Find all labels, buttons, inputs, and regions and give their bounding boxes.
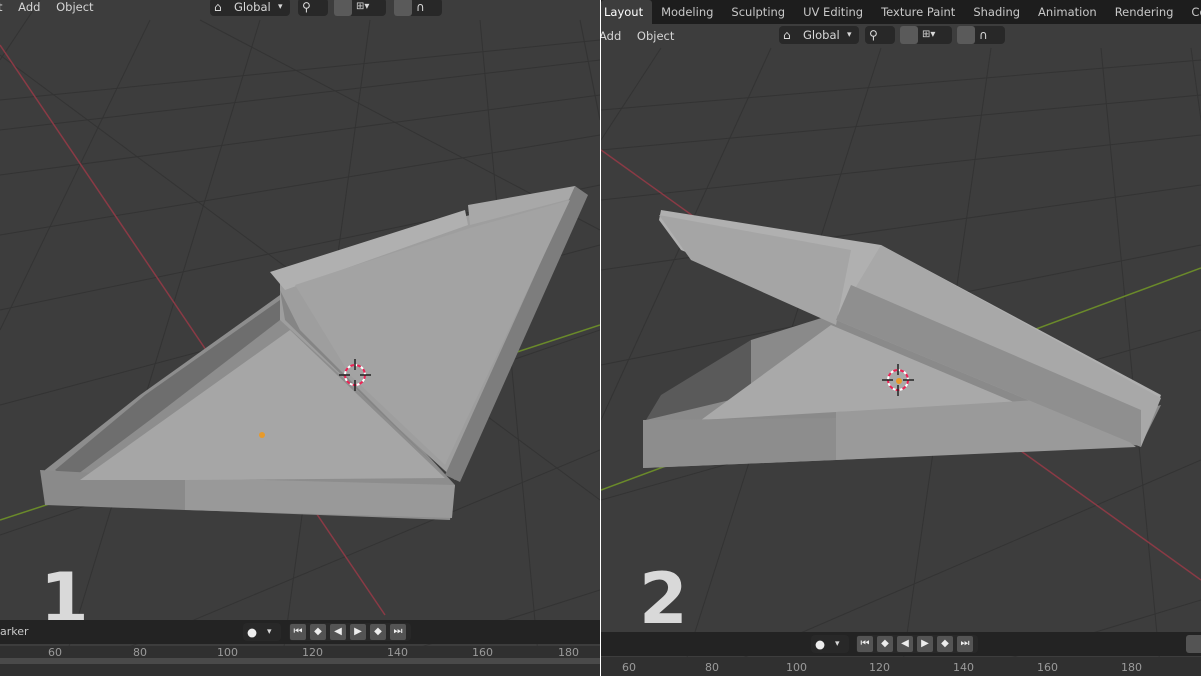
workspace-tabs: Layout Modeling Sculpting UV Editing Tex… (601, 0, 1201, 24)
chevron-down-icon: ▾ (267, 627, 272, 637)
menu-marker[interactable]: arker (0, 625, 29, 638)
chevron-down-icon: ▾ (835, 639, 840, 649)
proportional-edit-icon (957, 26, 975, 44)
snap-toggle[interactable]: ⊞▾ (334, 0, 386, 16)
proportional-edit-icon (394, 0, 412, 16)
record-icon: ● (815, 637, 826, 651)
tab-layout[interactable]: Layout (601, 0, 653, 24)
jump-end-icon[interactable]: ⏭ (390, 624, 406, 640)
play-reverse-icon[interactable]: ◀ (897, 636, 913, 652)
falloff-icon: ∩ (416, 0, 425, 14)
transform-orientation-icon: ⌂ (783, 28, 791, 42)
proportional-edit-toggle[interactable]: ∩ (957, 26, 1005, 44)
pivot-icon: ⚲ (302, 0, 311, 14)
menu-object[interactable]: Object (637, 29, 674, 43)
origin-point (896, 378, 902, 384)
menu-add[interactable]: Add (601, 29, 621, 43)
play-icon[interactable]: ▶ (350, 624, 366, 640)
menu-view-partial[interactable]: t (0, 0, 3, 14)
jump-end-icon[interactable]: ⏭ (957, 636, 973, 652)
transform-orientation-dropdown[interactable]: ⌂ Global ▾ (779, 26, 859, 44)
tab-sculpting[interactable]: Sculpting (722, 0, 794, 24)
menu-object[interactable]: Object (56, 0, 93, 14)
jump-start-icon[interactable]: ⏮ (290, 624, 306, 640)
keyframe-next-icon[interactable]: ◆ (937, 636, 953, 652)
auto-keying-toggle[interactable]: ● ▾ (811, 635, 849, 653)
viewport-header: t Add Object ⌂ Global ▾ ⚲ ⊞▾ ∩ (0, 0, 600, 18)
ruler-tick: 100 (786, 661, 807, 674)
menu-add[interactable]: Add (18, 0, 40, 14)
header-menu: Add Object (601, 29, 686, 51)
tab-shading[interactable]: Shading (964, 0, 1029, 24)
timeline-header: ● ▾ ⏮ ◆ ◀ ▶ ◆ ⏭ (601, 632, 1201, 656)
viewport-header: Add Object ⌂ Global ▾ ⚲ ⊞▾ ∩ (601, 24, 1201, 48)
snap-target-icon: ⊞▾ (356, 1, 370, 12)
proportional-edit-toggle[interactable]: ∩ (394, 0, 442, 16)
ruler-tick: 60 (622, 661, 636, 674)
chevron-down-icon: ▾ (278, 2, 283, 12)
snap-icon (900, 26, 918, 44)
pivot-dropdown[interactable]: ⚲ (865, 26, 895, 44)
tab-rendering[interactable]: Rendering (1106, 0, 1183, 24)
jump-start-icon[interactable]: ⏮ (857, 636, 873, 652)
panel-divider (600, 0, 601, 676)
falloff-icon: ∩ (979, 28, 988, 42)
auto-keying-toggle[interactable]: ● ▾ (243, 623, 281, 641)
play-icon[interactable]: ▶ (917, 636, 933, 652)
record-icon: ● (247, 625, 258, 639)
snap-toggle[interactable]: ⊞▾ (900, 26, 952, 44)
viewport-panel-1[interactable]: t Add Object ⌂ Global ▾ ⚲ ⊞▾ ∩ 1 arker ●… (0, 0, 600, 676)
panel-number: 2 (639, 558, 688, 640)
header-menu: t Add Object (0, 0, 106, 22)
ruler-tick: 80 (705, 661, 719, 674)
tab-texture-paint[interactable]: Texture Paint (872, 0, 964, 24)
keyframe-next-icon[interactable]: ◆ (370, 624, 386, 640)
ruler-tick: 140 (953, 661, 974, 674)
play-reverse-icon[interactable]: ◀ (330, 624, 346, 640)
timeline-end-button[interactable] (1186, 635, 1201, 653)
snap-icon (334, 0, 352, 16)
keyframe-prev-icon[interactable]: ◆ (310, 624, 326, 640)
viewport-3d[interactable] (601, 0, 1201, 676)
orientation-value: Global (234, 0, 271, 14)
timeline-ruler[interactable]: 60 80 100 120 140 160 180 (601, 657, 1201, 676)
tab-compositing[interactable]: Compositin (1182, 0, 1201, 24)
timeline-header: arker ● ▾ ⏮ ◆ ◀ ▶ ◆ ⏭ (0, 620, 600, 644)
viewport-3d[interactable] (0, 0, 600, 676)
pivot-icon: ⚲ (869, 28, 878, 42)
timeline-scrollbar[interactable] (0, 658, 600, 664)
playback-controls[interactable]: ⏮ ◆ ◀ ▶ ◆ ⏭ (289, 623, 411, 641)
ruler-tick: 120 (869, 661, 890, 674)
viewport-panel-2[interactable]: Layout Modeling Sculpting UV Editing Tex… (601, 0, 1201, 676)
transform-orientation-icon: ⌂ (214, 0, 222, 14)
origin-point (259, 432, 265, 438)
snap-target-icon: ⊞▾ (922, 29, 936, 40)
ruler-tick: 160 (1037, 661, 1058, 674)
tab-uv-editing[interactable]: UV Editing (794, 0, 872, 24)
tab-modeling[interactable]: Modeling (652, 0, 722, 24)
tab-animation[interactable]: Animation (1029, 0, 1106, 24)
playback-controls[interactable]: ⏮ ◆ ◀ ▶ ◆ ⏭ (856, 635, 978, 653)
timeline-ruler[interactable]: 60 80 100 120 140 160 180 (0, 646, 600, 676)
ruler-tick: 180 (1121, 661, 1142, 674)
chevron-down-icon: ▾ (847, 30, 852, 40)
pivot-dropdown[interactable]: ⚲ (298, 0, 328, 16)
keyframe-prev-icon[interactable]: ◆ (877, 636, 893, 652)
transform-orientation-dropdown[interactable]: ⌂ Global ▾ (210, 0, 290, 16)
orientation-value: Global (803, 28, 840, 42)
